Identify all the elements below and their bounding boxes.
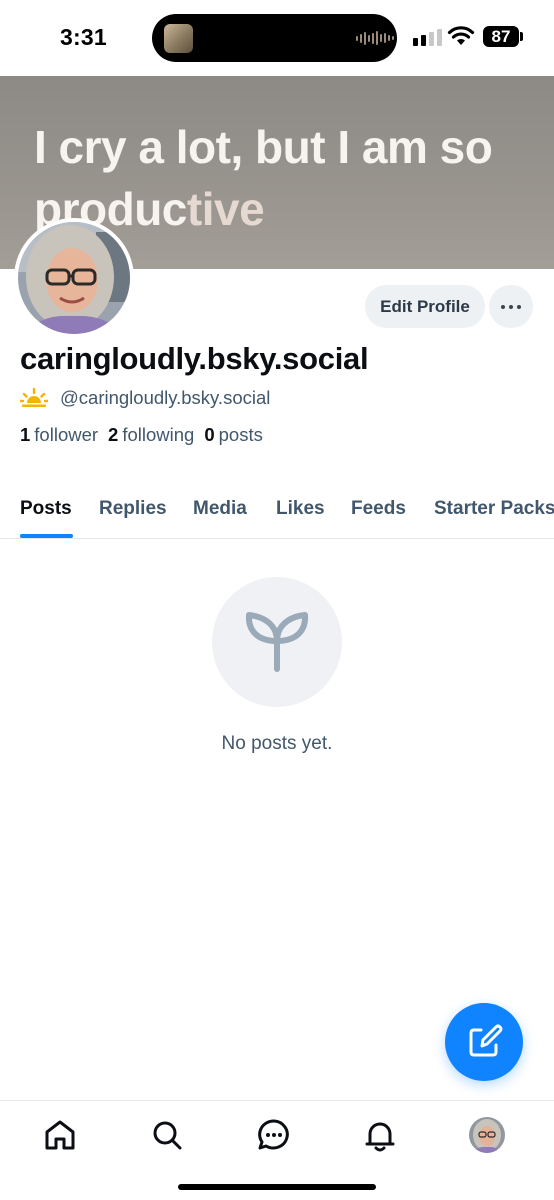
cellular-signal-icon: [413, 29, 442, 46]
sunrise-icon: [20, 387, 48, 407]
profile-avatar[interactable]: [14, 218, 134, 338]
posts-count: 0: [204, 424, 215, 445]
battery-indicator: 87: [483, 26, 519, 47]
search-icon[interactable]: [149, 1117, 185, 1153]
compose-icon: [469, 1024, 503, 1057]
home-indicator: [178, 1184, 376, 1190]
sprout-icon: [245, 612, 309, 672]
banner-line-1: I cry a lot, but I am so: [34, 121, 493, 173]
display-name: caringloudly.bsky.social: [20, 341, 369, 376]
compose-post-button[interactable]: [445, 1003, 523, 1081]
audio-waveform-icon: [356, 31, 394, 45]
home-icon[interactable]: [42, 1117, 78, 1153]
tab-feeds[interactable]: Feeds: [351, 498, 406, 520]
dynamic-island[interactable]: [152, 14, 397, 62]
now-playing-artwork: [164, 24, 193, 53]
status-bar: 3:31 87: [0, 0, 554, 76]
profile-avatar-nav[interactable]: [469, 1117, 505, 1153]
followers-label: follower: [34, 424, 99, 445]
active-tab-indicator: [20, 534, 73, 538]
followers-link[interactable]: 1 follower: [20, 424, 98, 446]
banner-text: I cry a lot, but I am so productive: [34, 116, 544, 240]
avatar-image: [18, 222, 130, 334]
posts-label: posts: [218, 424, 263, 445]
tab-media[interactable]: Media: [193, 498, 247, 520]
bell-icon[interactable]: [362, 1117, 398, 1153]
profile-stats: 1 follower 2 following 0 posts: [20, 424, 263, 446]
more-options-button[interactable]: [489, 285, 533, 328]
empty-state-message: No posts yet.: [221, 733, 333, 754]
tab-starter-packs[interactable]: Starter Packs: [434, 498, 554, 520]
chat-icon[interactable]: [256, 1117, 292, 1153]
avatar-thumbnail: [469, 1117, 505, 1153]
tab-likes[interactable]: Likes: [276, 498, 325, 520]
following-label: following: [122, 424, 195, 445]
following-count: 2: [108, 424, 119, 445]
following-link[interactable]: 2 following: [108, 424, 194, 446]
profile-tabs: Posts Replies Media Likes Feeds Starter …: [0, 484, 554, 539]
edit-profile-button[interactable]: Edit Profile: [365, 285, 485, 328]
tab-replies[interactable]: Replies: [99, 498, 167, 520]
battery-level: 87: [491, 27, 511, 46]
posts-stat: 0 posts: [204, 424, 263, 446]
empty-state-illustration: [212, 577, 342, 707]
followers-count: 1: [20, 424, 31, 445]
battery-nub: [520, 32, 523, 41]
status-time: 3:31: [60, 24, 107, 50]
tab-posts[interactable]: Posts: [20, 498, 72, 520]
handle-row: @caringloudly.bsky.social: [20, 386, 270, 410]
handle: @caringloudly.bsky.social: [60, 387, 271, 408]
wifi-icon: [447, 26, 475, 45]
